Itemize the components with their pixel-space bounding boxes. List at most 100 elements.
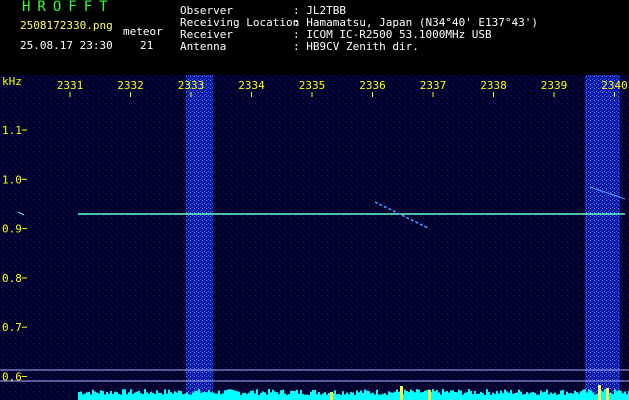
spectrum-peak <box>598 385 601 400</box>
spectrum-bar <box>112 394 114 400</box>
spectrum-bar <box>228 389 230 400</box>
spectrum-bar <box>156 390 158 400</box>
spectrum-bar <box>308 394 310 400</box>
spectrum-bar <box>524 394 526 400</box>
spectrum-bar <box>508 392 510 400</box>
spectrum-bar <box>486 389 488 400</box>
spectrum-bar <box>390 392 392 400</box>
spectrum-bar <box>236 391 238 400</box>
spectrum-bar <box>192 392 194 400</box>
spectrum-bar <box>190 394 192 400</box>
spectrum-bar <box>142 393 144 400</box>
spectrum-bar <box>338 394 340 400</box>
spectrum-bar <box>166 393 168 400</box>
spectrum-bar <box>522 394 524 400</box>
spectrum-bar <box>122 389 124 400</box>
spectrum-bar <box>474 390 476 400</box>
spectrum-bar <box>210 392 212 400</box>
spectrum-bar <box>346 392 348 400</box>
spectrum-bar <box>426 390 428 400</box>
x-tick-label: 2338 <box>480 79 507 92</box>
spectrum-bar <box>568 393 570 400</box>
spectrum-bar <box>394 391 396 400</box>
spectrum-bar <box>354 394 356 400</box>
spectrum-bar <box>348 394 350 400</box>
spectrum-bar <box>548 394 550 400</box>
spectrum-bar <box>626 394 628 400</box>
spectrum-bar <box>496 391 498 400</box>
spectrum-bar <box>260 392 262 400</box>
spectrum-bar <box>140 393 142 400</box>
spectrum-bar <box>124 389 126 400</box>
spectrum-bar <box>250 390 252 400</box>
spectrum-bar <box>224 390 226 400</box>
spectrum-bar <box>172 393 174 400</box>
spectrum-bar <box>546 389 548 400</box>
spectrum-bar <box>302 393 304 400</box>
spectrum-bar <box>218 390 220 400</box>
spectrum-bar <box>554 392 556 400</box>
spectrum-bar <box>588 389 590 400</box>
spectrum-bar <box>208 389 210 400</box>
spectrum-bar <box>570 392 572 400</box>
spectrum-bar <box>552 393 554 400</box>
spectrum-bar <box>216 393 218 400</box>
spectrum-bar <box>266 394 268 400</box>
spectrum-bar <box>314 389 316 400</box>
spectrum-bar <box>602 391 604 400</box>
spectrum-bar <box>482 393 484 400</box>
spectrum-bar <box>534 393 536 400</box>
spectrum-bar <box>326 394 328 400</box>
spectrum-bar <box>514 392 516 400</box>
spectrum-bar <box>126 394 128 400</box>
spectrum-bar <box>506 391 508 400</box>
spectrum-bar <box>248 392 250 400</box>
filename: 2508172330.png <box>20 19 113 32</box>
spectrum-bar <box>480 391 482 400</box>
datetime: 25.08.17 23:30 <box>20 39 113 52</box>
spectrum-bar <box>258 394 260 400</box>
spectrum-bar <box>584 389 586 400</box>
spectrum-bar <box>456 392 458 400</box>
spectrum-bar <box>538 394 540 400</box>
spectrum-bar <box>372 392 374 400</box>
spectrum-bar <box>342 391 344 400</box>
spectrum-bar <box>158 392 160 400</box>
spectrum-bar <box>262 391 264 400</box>
spectrum-bar <box>592 392 594 400</box>
spectrum-bar <box>388 391 390 400</box>
spectrum-bar <box>130 389 132 400</box>
spectrum-bar <box>94 391 96 400</box>
spectrum-bar <box>352 392 354 400</box>
spectrum-bar <box>214 393 216 400</box>
spectrum-bar <box>420 392 422 400</box>
spectrum-bar <box>270 392 272 400</box>
spectrum-bar <box>296 389 298 400</box>
spectrum-bar <box>344 394 346 400</box>
y-axis-unit: kHz <box>2 75 22 88</box>
spectrum-bar <box>530 392 532 400</box>
spectrum-bar <box>532 391 534 400</box>
spectrum-bar <box>188 394 190 400</box>
spectrum-bar <box>398 391 400 400</box>
spectrum-bar <box>86 392 88 400</box>
spectrum-bar <box>274 391 276 400</box>
spectrum-bar <box>154 394 156 400</box>
spectrum-bar <box>82 394 84 400</box>
spectrum-bar <box>298 393 300 400</box>
spectrum-bar <box>256 389 258 400</box>
spectrum-bar <box>362 392 364 400</box>
spectrum-bar <box>310 391 312 400</box>
spectrum-bar <box>404 389 406 400</box>
spectrum-bar <box>118 393 120 400</box>
spectrum-bar <box>434 391 436 400</box>
spectrum-bar <box>322 393 324 400</box>
spectrum-bar <box>232 389 234 400</box>
spectrum-bar <box>246 393 248 400</box>
spectrum-bar <box>92 389 94 400</box>
spectrum-bar <box>624 391 626 400</box>
spectrum-bar <box>494 393 496 400</box>
spectrum-bar <box>492 392 494 400</box>
y-tick-label: 1.1 <box>2 124 22 137</box>
antenna-label: Antenna <box>180 40 227 53</box>
